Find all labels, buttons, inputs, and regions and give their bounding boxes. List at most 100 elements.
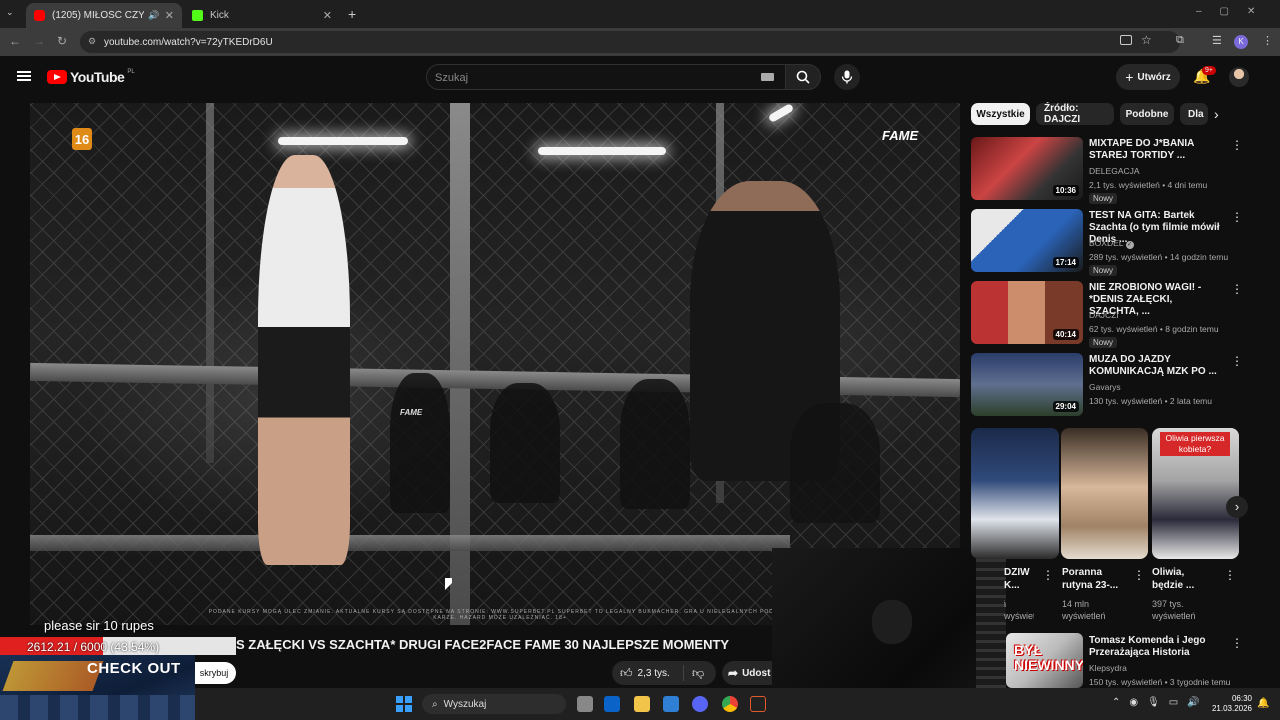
region-code: PL xyxy=(127,69,135,75)
video-player[interactable] xyxy=(30,103,960,625)
recommended-thumbnail[interactable]: 40:14 xyxy=(971,281,1083,344)
kick-favicon-icon xyxy=(192,10,203,21)
thumbs-down-icon: 👎︎ xyxy=(692,665,705,680)
recommended-title[interactable]: MIXTAPE DO J*BANIA STAREJ TORTIDY ... xyxy=(1089,138,1224,162)
file-explorer-icon[interactable] xyxy=(634,696,650,712)
recommended-channel[interactable]: DELEGACJA xyxy=(1089,166,1140,176)
short-menu-icon[interactable]: ⋮ xyxy=(1224,568,1236,582)
search-input[interactable]: Szukaj xyxy=(426,64,786,90)
create-button[interactable]: + Utwórz xyxy=(1116,64,1180,90)
window-controls[interactable]: –▢✕ xyxy=(1196,6,1273,17)
video-menu-icon[interactable]: ⋮ xyxy=(1231,282,1243,296)
video-title: S ZAŁĘCKI VS SZACHTA* DRUGI FACE2FACE FA… xyxy=(236,637,730,652)
chip-all[interactable]: Wszystkie xyxy=(971,103,1030,125)
dislike-button[interactable]: 👎︎ xyxy=(684,666,704,681)
account-avatar[interactable] xyxy=(1229,67,1249,87)
recommended-title[interactable]: MUZA DO JAZDY KOMUNIKACJĄ MZK PO ... xyxy=(1089,354,1224,378)
task-view-icon[interactable] xyxy=(577,696,593,712)
short-thumbnail[interactable] xyxy=(971,428,1059,559)
forward-icon[interactable]: → xyxy=(33,34,45,48)
voice-search-button[interactable] xyxy=(834,64,860,90)
notification-count-badge: 9+ xyxy=(1202,66,1216,75)
hamburger-menu-icon[interactable] xyxy=(17,71,31,81)
short-title[interactable]: Poranna rutyna 23-... xyxy=(1062,566,1130,592)
start-menu-icon[interactable] xyxy=(396,696,412,712)
youtube-logo[interactable]: YouTube PL xyxy=(47,69,135,85)
keyboard-icon[interactable] xyxy=(761,73,774,81)
promo-banner-text: CHECK OUT xyxy=(87,660,181,677)
recommended-meta: 62 tys. wyświetleń • 8 godzin temu xyxy=(1089,324,1219,334)
video-menu-icon[interactable]: ⋮ xyxy=(1231,636,1243,650)
youtube-play-icon xyxy=(47,70,67,84)
shorts-next-button[interactable]: › xyxy=(1226,496,1248,518)
short-overlay-label: Oliwia pierwsza kobieta? xyxy=(1160,432,1230,456)
outlook-icon[interactable] xyxy=(604,696,620,712)
close-tab-icon[interactable]: ✕ xyxy=(165,9,174,22)
recommended-channel[interactable]: DAJCZI xyxy=(1089,310,1119,320)
thumbnail-text: BYŁ NIEWINNY xyxy=(1014,642,1083,673)
extensions-icon[interactable]: ⧉ xyxy=(1176,34,1184,47)
search-button[interactable] xyxy=(785,64,821,90)
share-icon: ➦ xyxy=(728,666,739,680)
share-button[interactable]: ➦ Udost xyxy=(722,661,774,685)
recommended-thumbnail[interactable]: 29:04 xyxy=(971,353,1083,416)
bookmark-star-icon[interactable]: ☆ xyxy=(1141,33,1152,47)
chips-next-icon[interactable]: › xyxy=(1214,106,1219,122)
tray-icons[interactable]: ⌃◉🎙▭🔊 xyxy=(1112,697,1209,708)
tab-youtube-label: (1205) MIŁOŚĆ CZY NIENA xyxy=(52,10,144,21)
obs-app-icon[interactable] xyxy=(750,696,766,712)
clock-date: 21.03.2026 xyxy=(1211,704,1252,713)
short-menu-icon[interactable]: ⋮ xyxy=(1133,568,1145,582)
browser-menu-icon[interactable]: ⋮ xyxy=(1262,34,1273,47)
reload-icon[interactable]: ↻ xyxy=(57,34,67,48)
recommended-thumbnail[interactable]: 17:14 xyxy=(971,209,1083,272)
site-info-icon[interactable]: ⚙ xyxy=(88,36,96,47)
chrome-icon[interactable] xyxy=(722,696,738,712)
like-button[interactable]: 👍︎ 2,3 tys. xyxy=(612,665,684,681)
recommended-thumbnail[interactable]: BYŁ NIEWINNY xyxy=(1006,633,1083,688)
chip-related[interactable]: Podobne xyxy=(1120,103,1174,125)
tab-youtube[interactable]: (1205) MIŁOŚĆ CZY NIENA 🔊 ✕ xyxy=(26,3,182,28)
short-views: 397 tys. wyświetleń xyxy=(1152,599,1196,621)
streamer-webcam xyxy=(772,548,1006,688)
discord-icon[interactable] xyxy=(692,696,708,712)
short-title[interactable]: DZIW K... xyxy=(1004,566,1038,592)
url-field[interactable]: ⚙ youtube.com/watch?v=72yTKEDrD6U xyxy=(80,31,1180,53)
video-menu-icon[interactable]: ⋮ xyxy=(1231,210,1243,224)
video-menu-icon[interactable]: ⋮ xyxy=(1231,354,1243,368)
youtube-wordmark: YouTube xyxy=(70,69,125,85)
new-badge: Nowy xyxy=(1089,265,1118,276)
notification-center-icon[interactable]: 🔔 xyxy=(1257,698,1269,709)
windows-search-box[interactable]: ⌕ Wyszukaj xyxy=(422,694,566,714)
duration-badge: 40:14 xyxy=(1052,329,1079,340)
recommended-thumbnail[interactable]: 10:36 xyxy=(971,137,1083,200)
cast-icon[interactable] xyxy=(1120,35,1132,45)
short-title[interactable]: Oliwia, będzie ... xyxy=(1152,566,1212,592)
back-icon[interactable]: ← xyxy=(9,34,21,48)
recommended-channel[interactable]: Gavarys xyxy=(1089,382,1121,392)
subscribe-button[interactable]: skrybuj xyxy=(192,662,236,684)
recommended-title[interactable]: Tomasz Komenda i Jego Przerażająca Histo… xyxy=(1089,635,1224,659)
new-tab-button[interactable]: + xyxy=(348,6,356,22)
fame-logo: FAME xyxy=(882,128,919,143)
tab-list-button[interactable]: ⌄ xyxy=(6,7,14,18)
short-thumbnail[interactable]: Oliwia pierwsza kobieta? xyxy=(1152,428,1239,559)
clock-time: 06:30 xyxy=(1231,694,1252,703)
like-count: 2,3 tys. xyxy=(637,667,670,679)
duration-badge: 10:36 xyxy=(1052,185,1079,196)
duration-badge: 29:04 xyxy=(1052,401,1079,412)
chip-for-you[interactable]: Dla xyxy=(1180,103,1208,125)
video-menu-icon[interactable]: ⋮ xyxy=(1231,138,1243,152)
reading-list-icon[interactable]: ☰ xyxy=(1212,34,1222,47)
short-thumbnail[interactable] xyxy=(1061,428,1148,559)
recommended-channel[interactable]: Klepsydra xyxy=(1089,663,1127,673)
store-icon[interactable] xyxy=(663,696,679,712)
recommended-channel[interactable]: BOXDEL ✓ xyxy=(1089,238,1134,249)
close-tab-icon[interactable]: ✕ xyxy=(323,9,332,22)
youtube-favicon-icon xyxy=(34,10,45,21)
system-clock[interactable]: 06:30 21.03.2026 xyxy=(1208,694,1252,714)
profile-avatar[interactable]: K xyxy=(1234,35,1248,49)
short-menu-icon[interactable]: ⋮ xyxy=(1042,568,1054,582)
tab-kick[interactable]: Kick ✕ xyxy=(184,3,340,28)
chip-source[interactable]: Źródło: DAJCZI xyxy=(1036,103,1114,125)
